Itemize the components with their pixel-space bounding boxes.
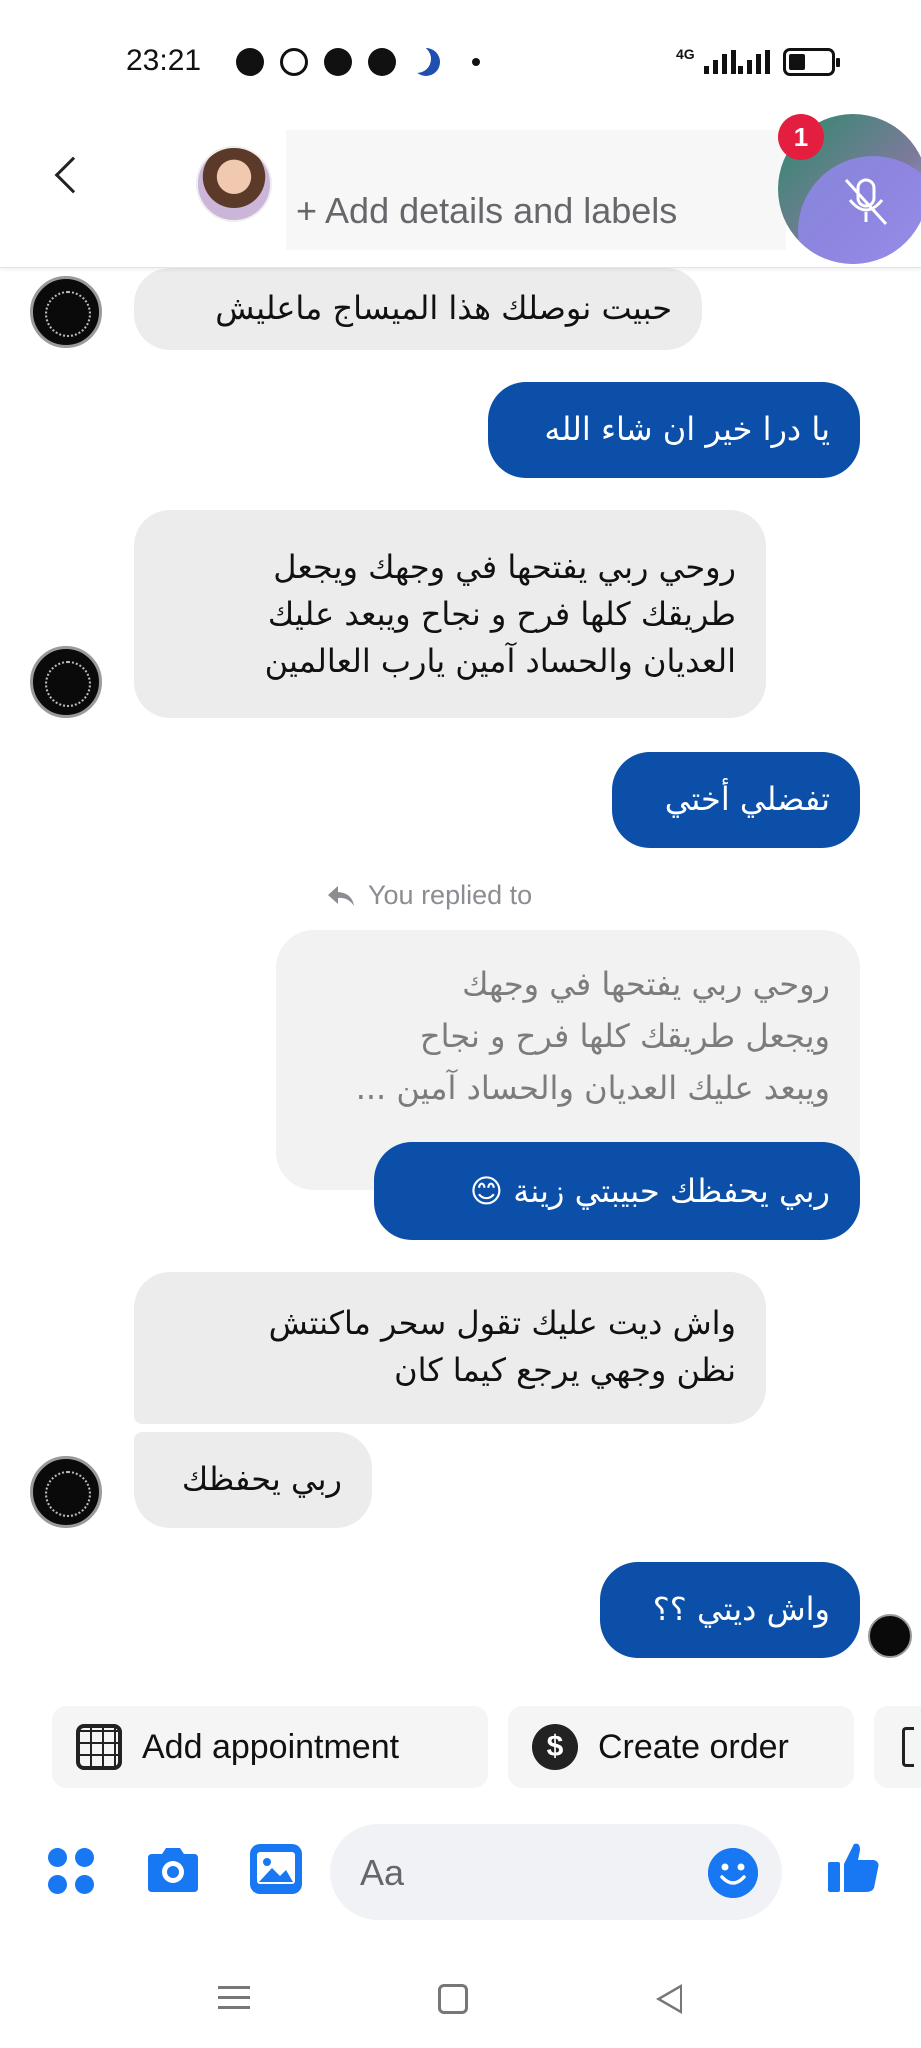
message-input-placeholder: Aa [360, 1852, 405, 1893]
message-outgoing[interactable]: تفضلي أختي [612, 752, 860, 848]
home-icon[interactable] [438, 1984, 468, 2014]
sync-icon [280, 48, 308, 76]
add-appointment-label: Add appointment [142, 1727, 400, 1766]
apps-grid-icon[interactable] [48, 1848, 96, 1896]
battery-icon [783, 48, 840, 76]
notification-badge: 1 [778, 114, 824, 160]
message-input[interactable]: Aa [330, 1824, 782, 1920]
quick-actions: Add appointment $ Create order [0, 1706, 921, 1788]
facebook-icon [368, 48, 396, 76]
media-icon [236, 48, 264, 76]
sender-avatar[interactable] [30, 1456, 102, 1528]
composer-bar: Aa [0, 1820, 921, 1930]
network-type: 4G [676, 46, 695, 62]
contact-avatar[interactable] [196, 146, 272, 222]
messenger-icon [324, 48, 352, 76]
create-order-button[interactable]: $ Create order [508, 1706, 854, 1788]
list-icon [902, 1727, 914, 1767]
add-appointment-button[interactable]: Add appointment [52, 1706, 488, 1788]
chevron-left-icon[interactable] [54, 156, 92, 194]
recents-icon[interactable] [218, 1986, 250, 2010]
like-icon[interactable] [826, 1840, 880, 1894]
message-outgoing[interactable]: ربي يحفظك حبيبتي زينة 😊 [374, 1142, 860, 1240]
message-outgoing[interactable]: يا درا خير ان شاء الله [488, 382, 860, 478]
sender-avatar[interactable] [30, 276, 102, 348]
status-bar: 23:21 4G [0, 0, 921, 110]
signal-icon [704, 50, 736, 74]
image-icon[interactable] [250, 1844, 302, 1894]
more-actions-chip[interactable] [874, 1706, 921, 1788]
emoji-icon[interactable] [708, 1848, 758, 1898]
create-order-label: Create order [598, 1727, 789, 1766]
add-details-link[interactable]: + Add details and labels [296, 190, 677, 232]
replied-label: You replied to [326, 880, 532, 911]
replied-label-text: You replied to [368, 880, 533, 910]
dollar-icon: $ [532, 1724, 578, 1770]
system-navigation-bar [0, 1940, 921, 2048]
mic-off-icon [844, 178, 888, 226]
sender-avatar[interactable] [30, 646, 102, 718]
message-incoming[interactable]: حبيت نوصلك هذا الميساج ماعليش [134, 268, 702, 350]
status-time: 23:21 [126, 44, 202, 77]
message-incoming[interactable]: واش ديت عليك تقول سحر ماكنتش نظن وجهي ير… [134, 1272, 766, 1424]
message-outgoing[interactable]: واش ديتي ؟؟ [600, 1562, 860, 1658]
reply-icon [328, 885, 354, 906]
message-incoming[interactable]: روحي ربي يفتحها في وجهك ويجعل طريقك كلها… [134, 510, 766, 718]
wifi-bars-icon [738, 50, 770, 74]
calendar-icon [76, 1724, 122, 1770]
camera-icon[interactable] [144, 1846, 202, 1894]
read-receipt-avatar [868, 1614, 912, 1658]
moon-icon [412, 48, 440, 76]
dot-icon [472, 58, 480, 66]
message-incoming[interactable]: ربي يحفظك [134, 1432, 372, 1528]
back-triangle-icon[interactable] [656, 1984, 682, 2014]
